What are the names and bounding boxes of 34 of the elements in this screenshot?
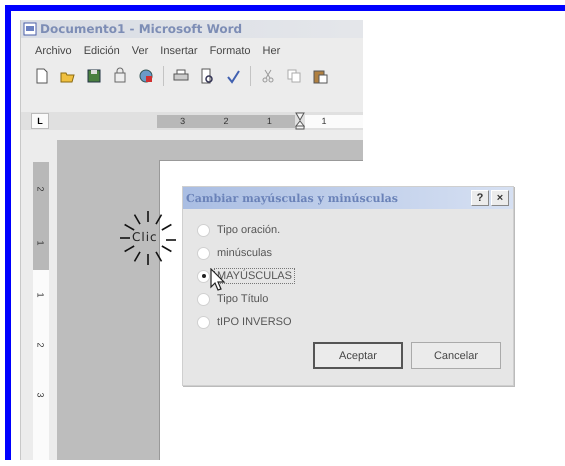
ruler-number: 3	[180, 116, 186, 126]
ruler-number: 2	[223, 116, 228, 126]
indent-marker-icon[interactable]	[295, 112, 305, 130]
radio-button[interactable]	[197, 246, 210, 260]
help-button[interactable]: ?	[471, 190, 489, 206]
radio-label[interactable]: Tipo Título	[214, 291, 272, 307]
ruler-number: 2	[36, 342, 46, 348]
ok-button[interactable]: Aceptar	[313, 342, 403, 369]
radio-button[interactable]	[197, 270, 210, 282]
ruler-number: 1	[36, 240, 46, 246]
menu-item[interactable]: Her	[262, 45, 280, 57]
ruler-number: 3	[36, 392, 46, 398]
radio-button[interactable]	[197, 316, 210, 328]
ruler-number: 1	[36, 292, 46, 298]
ruler-number: 1	[321, 116, 326, 126]
menu-item[interactable]: Ver	[132, 45, 148, 57]
menu-item[interactable]: Formato	[210, 45, 251, 57]
radio-button[interactable]	[197, 292, 210, 306]
close-button[interactable]: ×	[491, 190, 509, 206]
radio-label[interactable]: minúsculas	[214, 245, 276, 261]
radio-label[interactable]: Tipo oración.	[214, 222, 284, 238]
tab-stop-selector[interactable]: L	[31, 113, 49, 129]
ruler-number: 2	[36, 186, 46, 192]
click-hint: Clic	[132, 230, 158, 244]
click-burst-icon	[118, 208, 178, 268]
menu-item[interactable]: Archivo	[35, 45, 72, 57]
radio-button[interactable]	[197, 224, 210, 236]
menu-item[interactable]: Edición	[84, 45, 120, 57]
ruler-number: 1	[266, 116, 272, 126]
dialog-title: Cambiar mayúsculas y minúsculas	[186, 192, 399, 204]
cancel-button[interactable]: Cancelar	[411, 342, 501, 369]
radio-label[interactable]: tIPO INVERSO	[214, 314, 295, 330]
window-title: Documento1 - Microsoft Word	[40, 22, 242, 36]
menu-item[interactable]: Insertar	[160, 45, 198, 57]
